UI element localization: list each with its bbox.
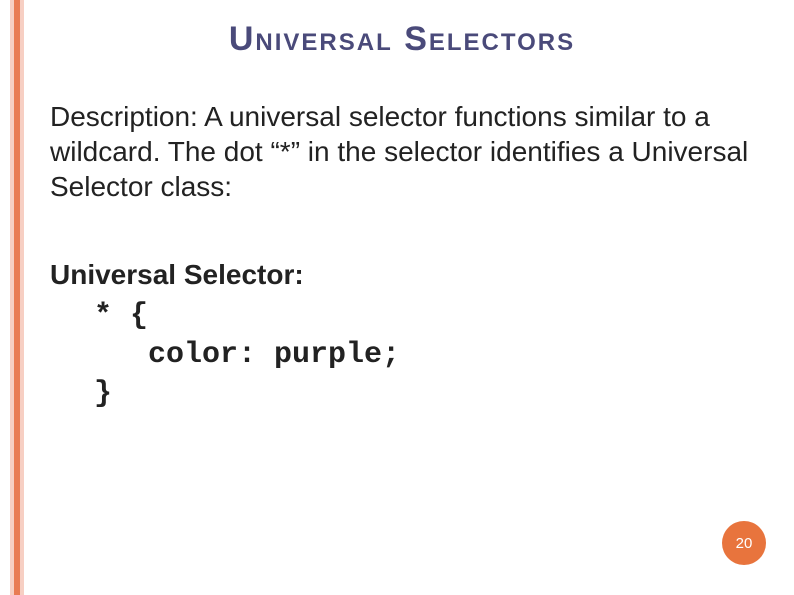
- slide-content: Universal Selectors Description: A unive…: [50, 20, 754, 414]
- border-inner-stripe: [14, 0, 20, 595]
- page-number-badge: 20: [722, 521, 766, 565]
- example-label: Universal Selector:: [50, 259, 754, 291]
- left-decorative-border: [0, 0, 24, 595]
- slide-description: Description: A universal selector functi…: [50, 99, 754, 204]
- slide-title: Universal Selectors: [90, 20, 714, 59]
- code-block: * { color: purple; }: [94, 297, 754, 414]
- page-number: 20: [736, 535, 753, 552]
